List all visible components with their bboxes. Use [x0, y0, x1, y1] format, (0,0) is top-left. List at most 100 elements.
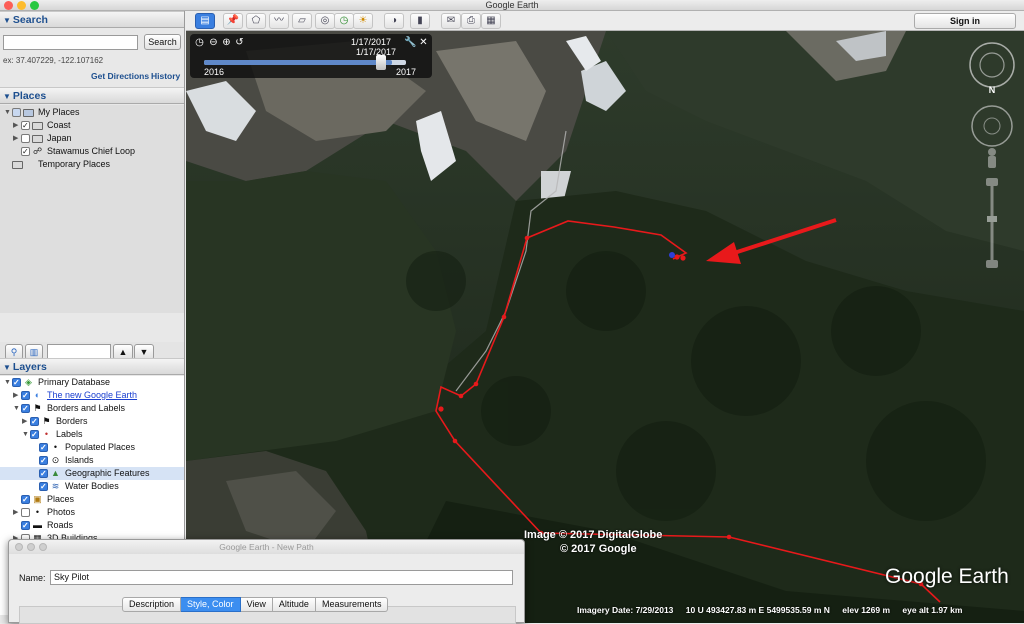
- clock-icon[interactable]: ◷: [194, 37, 205, 48]
- layer-borders[interactable]: ▶ ⚑ Borders: [0, 415, 184, 428]
- checkbox-labels[interactable]: [30, 428, 39, 441]
- planets-button[interactable]: ◑: [384, 13, 404, 29]
- checkbox-places[interactable]: [21, 493, 30, 506]
- checkbox-borders-and-labels[interactable]: [21, 402, 30, 415]
- compass-north-icon[interactable]: N: [989, 85, 996, 95]
- dialog-minimize-button[interactable]: [27, 543, 35, 551]
- look-ring[interactable]: [969, 42, 1015, 88]
- checkbox-geographic-features[interactable]: [39, 467, 48, 480]
- tree-item-stawamus-chief-loop[interactable]: ☍ Stawamus Chief Loop: [0, 145, 184, 158]
- tab-altitude[interactable]: Altitude: [272, 597, 316, 612]
- add-placemark-button[interactable]: 📌: [223, 13, 243, 29]
- sign-in-button[interactable]: Sign in: [914, 13, 1016, 29]
- minimize-window-button[interactable]: [17, 1, 26, 10]
- tree-item-coast[interactable]: ▶ Coast: [0, 119, 184, 132]
- current-position-marker[interactable]: [669, 252, 675, 258]
- layer-geographic-features[interactable]: ▲ Geographic Features: [0, 467, 184, 480]
- email-button[interactable]: ✉: [441, 13, 461, 29]
- places-panel-header[interactable]: ▼ Places: [0, 87, 184, 104]
- dialog-zoom-button[interactable]: [39, 543, 47, 551]
- zoom-slider[interactable]: [986, 178, 998, 268]
- layers-panel-header[interactable]: ▼ Layers: [0, 358, 184, 375]
- ruler-button[interactable]: ▮: [410, 13, 430, 29]
- checkbox-japan[interactable]: [21, 134, 30, 143]
- checkbox-stawamus[interactable]: [21, 145, 30, 158]
- status-bar: Imagery Date: 7/29/2013 10 U 493427.83 m…: [577, 605, 972, 615]
- expand-arrow-icon[interactable]: ▶: [13, 389, 18, 402]
- wrench-icon[interactable]: 🔧: [404, 37, 416, 48]
- checkbox-coast[interactable]: [21, 119, 30, 132]
- layer-label: Borders and Labels: [47, 403, 126, 413]
- add-path-button[interactable]: 〰: [269, 13, 289, 29]
- expand-arrow-icon[interactable]: ▶: [13, 132, 18, 145]
- checkbox-primary-database[interactable]: [12, 376, 21, 389]
- zoom-in-time-icon[interactable]: ⊕: [221, 37, 232, 48]
- dialog-close-button[interactable]: [15, 543, 23, 551]
- checkbox-new-google-earth[interactable]: [21, 389, 30, 402]
- tab-description[interactable]: Description: [122, 597, 182, 612]
- google-credit: © 2017 Google: [560, 543, 637, 555]
- record-tour-button[interactable]: ◎: [315, 13, 335, 29]
- sunlight-button[interactable]: ☀: [353, 13, 373, 29]
- add-polygon-button[interactable]: ⬠: [246, 13, 266, 29]
- layer-borders-and-labels[interactable]: ▼ ⚑ Borders and Labels: [0, 402, 184, 415]
- time-back-icon[interactable]: ↺: [234, 37, 245, 48]
- tree-item-label: Japan: [47, 133, 72, 143]
- tab-measurements[interactable]: Measurements: [315, 597, 389, 612]
- zoom-out-time-icon[interactable]: ⊖: [208, 37, 219, 48]
- expand-arrow-icon[interactable]: ▼: [13, 402, 20, 415]
- layer-places[interactable]: ▣ Places: [0, 493, 184, 506]
- layer-new-google-earth[interactable]: ▶ ◐ The new Google Earth: [0, 389, 184, 402]
- checkbox-photos[interactable]: [21, 508, 30, 517]
- tab-view[interactable]: View: [240, 597, 273, 612]
- name-field[interactable]: Sky Pilot: [50, 570, 513, 585]
- checkbox-islands[interactable]: [39, 454, 48, 467]
- checkbox-borders[interactable]: [30, 415, 39, 428]
- view-in-maps-button[interactable]: ▦: [481, 13, 501, 29]
- expand-arrow-icon[interactable]: ▼: [4, 106, 11, 119]
- layer-water-bodies[interactable]: ≋ Water Bodies: [0, 480, 184, 493]
- dialog-titlebar[interactable]: Google Earth - New Path: [9, 540, 524, 554]
- checkbox-populated-places[interactable]: [39, 441, 48, 454]
- expand-arrow-icon[interactable]: ▶: [22, 415, 27, 428]
- expand-arrow-icon[interactable]: ▶: [13, 119, 18, 132]
- expand-arrow-icon[interactable]: ▶: [13, 506, 18, 519]
- search-input[interactable]: [3, 35, 138, 50]
- street-view-pegman-icon[interactable]: [988, 148, 996, 168]
- sidebar-toggle-button[interactable]: ▤: [195, 13, 215, 29]
- tab-style-color[interactable]: Style, Color: [181, 597, 241, 612]
- time-slider-knob[interactable]: [376, 55, 386, 70]
- checkbox-water-bodies[interactable]: [39, 480, 48, 493]
- layer-populated-places[interactable]: • Populated Places: [0, 441, 184, 454]
- earth-viewer[interactable]: N Image © 2017 DigitalGlobe © 2017 Googl…: [186, 31, 1024, 623]
- navigation-controls[interactable]: N: [965, 38, 1019, 288]
- checkbox-roads[interactable]: [21, 519, 30, 532]
- layer-labels[interactable]: ▼ • Labels: [0, 428, 184, 441]
- expand-arrow-icon[interactable]: ▼: [4, 376, 11, 389]
- historical-imagery-button[interactable]: ◷: [334, 13, 354, 29]
- print-button[interactable]: ⎙: [461, 13, 481, 29]
- zoom-window-button[interactable]: [30, 1, 39, 10]
- tree-item-temporary-places[interactable]: Temporary Places: [0, 158, 184, 171]
- search-button[interactable]: Search: [144, 34, 181, 50]
- get-directions-link[interactable]: Get Directions: [91, 71, 149, 81]
- tree-item-japan[interactable]: ▶ Japan: [0, 132, 184, 145]
- layer-photos[interactable]: ▶ • Photos: [0, 506, 184, 519]
- dialog-title: Google Earth - New Path: [219, 542, 314, 552]
- move-ring[interactable]: [971, 105, 1013, 147]
- checkbox-my-places[interactable]: [12, 108, 21, 117]
- tree-item-label: Coast: [47, 120, 71, 130]
- close-slider-icon[interactable]: ✕: [418, 37, 429, 48]
- layer-islands[interactable]: ⊙ Islands: [0, 454, 184, 467]
- layer-label[interactable]: The new Google Earth: [47, 389, 137, 402]
- history-link[interactable]: History: [151, 71, 180, 81]
- layer-primary-database[interactable]: ▼ ◈ Primary Database: [0, 376, 184, 389]
- collapse-triangle-icon: ▼: [3, 16, 11, 25]
- tree-item-my-places[interactable]: ▼ My Places: [0, 106, 184, 119]
- search-panel-header[interactable]: ▼ Search: [0, 11, 184, 28]
- expand-arrow-icon[interactable]: ▼: [22, 428, 29, 441]
- close-window-button[interactable]: [4, 1, 13, 10]
- layer-roads[interactable]: ▬ Roads: [0, 519, 184, 532]
- image-overlay-button[interactable]: ▱: [292, 13, 312, 29]
- historical-imagery-slider[interactable]: ◷ ⊖ ⊕ ↺ 1/17/2017 1/17/2017 🔧 ✕ 2016 201…: [190, 34, 432, 78]
